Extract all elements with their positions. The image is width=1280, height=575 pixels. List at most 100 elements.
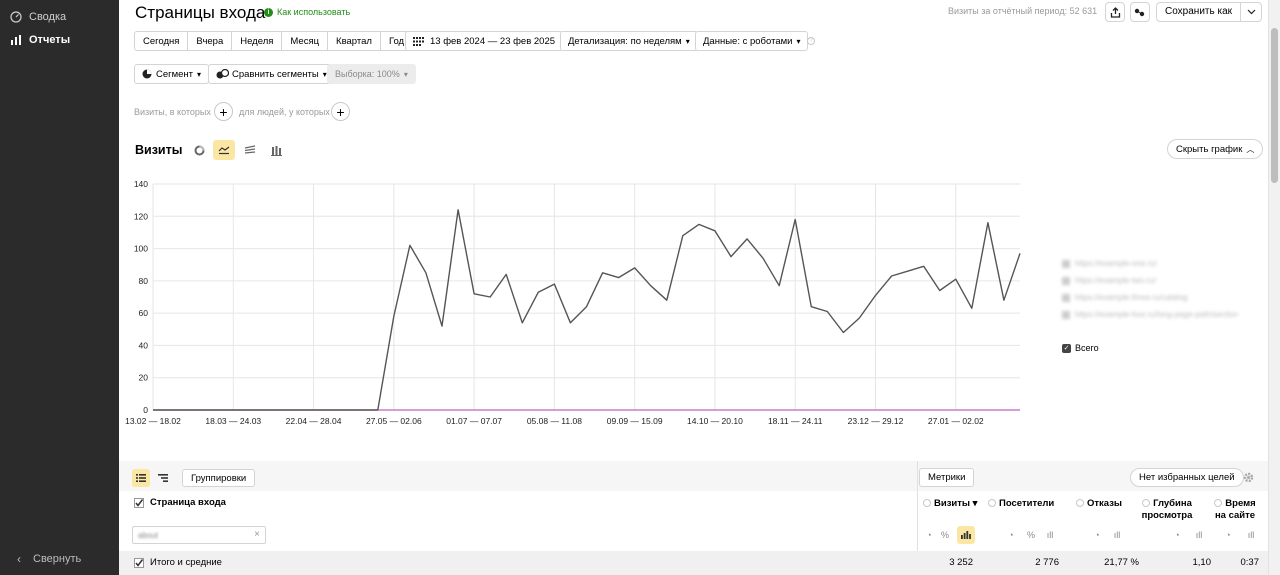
sidebar-item-summary[interactable]: Сводка	[0, 6, 66, 28]
column-visits-header[interactable]: Визиты ▾	[923, 498, 977, 510]
help-icon[interactable]: ?	[807, 37, 815, 45]
x-tick-label: 14.10 — 20.10	[687, 416, 743, 426]
dimension-header[interactable]: Страница входа	[134, 497, 226, 508]
chart-legend-blurred: https://example-one.ru/ https://example-…	[1062, 255, 1238, 323]
compare-segments-button[interactable]: Сравнить сегменты ▾	[208, 64, 335, 84]
share-button[interactable]	[1105, 2, 1125, 22]
legend-item: https://example-two.ru/	[1062, 272, 1238, 289]
legend-item: https://example-three.ru/catalog	[1062, 289, 1238, 306]
save-as-button[interactable]: Сохранить как	[1156, 2, 1263, 22]
total-bounces: 21,77 %	[1104, 557, 1139, 568]
collapse-sidebar-button[interactable]: ‹ Свернуть	[0, 547, 119, 571]
tree-view-button[interactable]	[154, 469, 172, 487]
favorite-goals-button[interactable]: Нет избранных целей	[1130, 468, 1244, 487]
legend-total-checkbox[interactable]: ✓ Всего	[1062, 343, 1099, 353]
detail-dropdown[interactable]: Детализация: по неделям ▾	[560, 31, 698, 51]
sample-dropdown[interactable]: Выборка: 100% ▾	[327, 64, 416, 84]
chart-type-line-button[interactable]	[213, 140, 235, 160]
groupings-button[interactable]: Группировки	[182, 469, 256, 487]
metrics-button[interactable]: Метрики	[919, 468, 975, 487]
total-time: 0:37	[1240, 557, 1260, 568]
y-tick-label: 140	[134, 179, 148, 189]
totals-label[interactable]: Итого и средние	[134, 557, 222, 568]
sidebar-item-label: Отчеты	[29, 34, 71, 46]
legend-total-label: Всего	[1075, 343, 1099, 353]
info-icon: i	[264, 7, 273, 17]
chart-type-pie-button[interactable]	[188, 140, 210, 160]
hide-chart-label: Скрыть график	[1176, 143, 1243, 155]
how-to-label: Как использовать	[277, 7, 351, 17]
pie-toggle-icon[interactable]: ◔	[1168, 526, 1186, 544]
chevron-down-icon[interactable]	[1241, 3, 1261, 21]
period-month-button[interactable]: Месяц	[282, 32, 329, 50]
bar-toggle-icon[interactable]: ıll	[1041, 526, 1059, 544]
chart-type-bar-button[interactable]	[265, 140, 287, 160]
add-visits-filter-button[interactable]: +	[214, 102, 233, 121]
bar-chart-icon	[270, 145, 282, 156]
y-tick-label: 80	[139, 276, 149, 286]
list-icon	[136, 474, 146, 482]
chart-type-area-button[interactable]	[239, 140, 261, 160]
date-range-button[interactable]: 13 фев 2024 — 23 фев 2025	[405, 31, 564, 51]
totals-label-text: Итого и средние	[150, 557, 222, 568]
column-visitors-header[interactable]: Посетители	[988, 498, 1054, 510]
total-visitors: 2 776	[1035, 557, 1059, 568]
column-time-header[interactable]: Время на сайте	[1209, 498, 1261, 522]
detail-label: Детализация: по неделям	[568, 35, 682, 47]
percent-toggle-icon[interactable]: %	[936, 526, 954, 544]
x-tick-label: 05.08 — 11.08	[527, 416, 582, 426]
page-scrollbar[interactable]	[1268, 0, 1280, 575]
period-selector: Сегодня Вчера Неделя Месяц Квартал Год	[134, 31, 414, 51]
bar-toggle-icon[interactable]: ıll	[1108, 526, 1126, 544]
legend-item: https://example-one.ru/	[1062, 255, 1238, 272]
checkmark-icon	[134, 557, 144, 568]
total-visits: 3 252	[949, 557, 973, 568]
totals-row: Итого и средние 3 252 2 776 21,77 % 1,10…	[119, 551, 1268, 575]
legend-item: https://example-four.ru/long-page-path/s…	[1062, 306, 1238, 323]
y-tick-label: 0	[143, 405, 148, 415]
column-depth-header[interactable]: Глубина просмотра	[1137, 498, 1197, 522]
segment-button[interactable]: Сегмент ▾	[134, 64, 210, 84]
pie-toggle-icon[interactable]: ◔	[1219, 526, 1237, 544]
how-to-link[interactable]: i Как использовать	[264, 7, 350, 17]
period-today-button[interactable]: Сегодня	[135, 32, 189, 50]
scrollbar-thumb[interactable]	[1271, 28, 1278, 183]
x-tick-label: 23.12 — 29.12	[848, 416, 904, 426]
report-table: Группировки Метрики Нет избранных целей …	[119, 461, 1268, 575]
y-tick-label: 40	[139, 340, 149, 350]
bar-toggle-icon[interactable]: ıll	[1190, 526, 1208, 544]
clear-icon[interactable]: ×	[254, 529, 260, 540]
chevron-down-icon: ▾	[197, 69, 202, 79]
y-tick-label: 20	[139, 373, 149, 383]
bar-chart-icon	[11, 35, 21, 45]
dimension-search-input[interactable]: about ×	[132, 526, 266, 544]
pie-toggle-icon[interactable]: ◔	[1088, 526, 1106, 544]
period-week-button[interactable]: Неделя	[232, 32, 283, 50]
sidebar-item-label: Сводка	[29, 11, 67, 23]
list-view-button[interactable]	[132, 469, 150, 487]
percent-toggle-icon[interactable]: %	[1022, 526, 1040, 544]
hide-chart-button[interactable]: Скрыть график ︿	[1167, 139, 1264, 159]
column-bounces-header[interactable]: Отказы	[1076, 498, 1122, 510]
pie-toggle-icon[interactable]: ◔	[1002, 526, 1020, 544]
bar-toggle-icon[interactable]	[957, 526, 975, 544]
y-tick-label: 60	[139, 308, 149, 318]
period-yesterday-button[interactable]: Вчера	[188, 32, 233, 50]
period-quarter-button[interactable]: Квартал	[328, 32, 381, 50]
checkmark-icon: ✓	[1062, 343, 1071, 353]
chart-title: Визиты	[135, 143, 183, 157]
y-tick-label: 120	[134, 211, 148, 221]
save-as-label: Сохранить как	[1157, 3, 1242, 21]
bar-toggle-icon[interactable]: ıll	[1242, 526, 1260, 544]
data-mode-dropdown[interactable]: Данные: с роботами ▾	[695, 31, 809, 51]
chevron-down-icon: ▾	[685, 36, 690, 46]
sidebar-item-reports[interactable]: Отчеты	[0, 29, 70, 51]
people-filter-label: для людей, у которых	[239, 107, 330, 117]
sidebar: Сводка Отчеты ‹ Свернуть	[0, 0, 119, 575]
compare-pie-icon	[216, 69, 229, 79]
add-people-filter-button[interactable]: +	[331, 102, 350, 121]
page-title: Страницы входа	[135, 3, 266, 22]
gear-icon[interactable]	[1243, 472, 1254, 483]
api-button[interactable]	[1130, 2, 1150, 22]
x-tick-label: 27.01 — 02.02	[928, 416, 984, 426]
